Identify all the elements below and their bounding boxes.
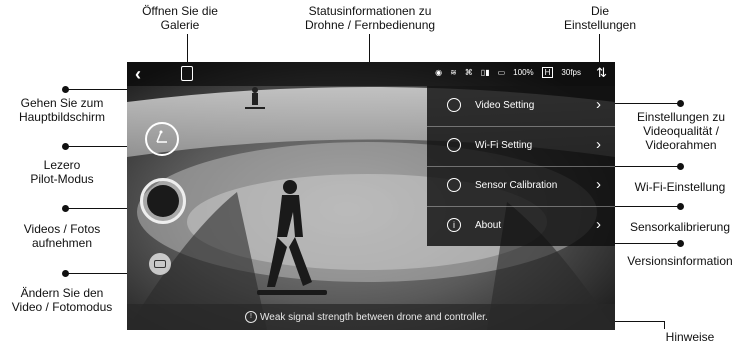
signal-bars-icon: ▯▮ — [480, 68, 490, 77]
chevron-right-icon: › — [596, 176, 601, 193]
status-info: ◉ ≋ ⌘ ▯▮ ▭ 100% H 30fps — [435, 67, 581, 78]
menu-item-label: About — [475, 220, 502, 231]
pilot-mode-icon — [156, 130, 167, 143]
hint-bar: ! Weak signal strength between drone and… — [127, 304, 615, 330]
menu-item-label: Video Setting — [475, 100, 535, 111]
menu-item-label: Wi-Fi Setting — [475, 140, 533, 151]
quality-badge: H — [541, 67, 554, 78]
leader-wifi-setting — [604, 166, 678, 167]
leader-hints-v — [664, 321, 665, 329]
menu-item-video-setting[interactable]: Video Setting › — [427, 86, 615, 127]
leader-dot-wifi-setting — [677, 163, 684, 170]
annotation-sensor: Sensorkalibrierung — [629, 220, 731, 234]
annotation-hints: Hinweise — [665, 330, 715, 344]
annotation-mode: Ändern Sie den Video / Fotomodus — [11, 286, 113, 314]
settings-menu: Video Setting › Wi-Fi Setting › Sensor C… — [427, 86, 615, 246]
leader-version — [604, 243, 678, 244]
settings-icon[interactable]: ⇅ — [596, 65, 607, 81]
menu-item-wifi-setting[interactable]: Wi-Fi Setting › — [427, 126, 615, 167]
wifi-signal-icon: ≋ — [450, 68, 457, 77]
app-screen: ‹ ◉ ≋ ⌘ ▯▮ ▭ 100% H 30fps ⇅ Video Settin… — [127, 62, 615, 330]
battery-level: 100% — [513, 68, 534, 77]
annotation-home: Gehen Sie zum Hauptbildschirm — [18, 96, 106, 124]
gallery-icon[interactable] — [181, 66, 193, 81]
wifi-icon — [447, 138, 461, 152]
leader-video-setting — [604, 103, 678, 104]
capture-button-core — [147, 185, 179, 217]
annotation-gallery: Öffnen Sie die Galerie — [142, 4, 218, 32]
pilot-mode-button[interactable] — [145, 122, 179, 156]
video-photo-mode-button[interactable] — [149, 253, 171, 275]
capture-button[interactable] — [140, 178, 186, 224]
camera-icon — [154, 260, 166, 268]
leader-dot-sensor — [677, 203, 684, 210]
annotation-wifi-setting: Wi-Fi-Einstellung — [634, 180, 726, 194]
leader-dot-version — [677, 240, 684, 247]
annotation-status: Statusinformationen zu Drohne / Fernbedi… — [304, 4, 436, 32]
drone-status-icon: ◉ — [435, 68, 443, 77]
menu-item-about[interactable]: i About › — [427, 206, 615, 246]
chevron-right-icon: › — [596, 136, 601, 153]
annotation-settings: Die Einstellungen — [563, 4, 637, 32]
sensor-icon — [447, 178, 461, 192]
annotation-video-setting: Einstellungen zu Videoqualität / Videora… — [636, 110, 726, 152]
top-bar: ‹ ◉ ≋ ⌘ ▯▮ ▭ 100% H 30fps ⇅ — [127, 62, 615, 86]
warning-icon: ! — [245, 311, 257, 323]
leader-dot-video-setting — [677, 100, 684, 107]
annotation-pilot: Lezero Pilot-Modus — [30, 158, 94, 186]
info-icon: i — [447, 218, 461, 232]
annotation-version: Versionsinformation — [627, 254, 733, 268]
annotation-capture: Videos / Fotos aufnehmen — [23, 222, 101, 250]
menu-item-sensor-calibration[interactable]: Sensor Calibration › — [427, 166, 615, 207]
controller-icon: ⌘ — [464, 68, 473, 77]
chevron-right-icon: › — [596, 216, 601, 233]
back-icon[interactable]: ‹ — [135, 64, 141, 85]
battery-icon: ▭ — [497, 68, 506, 77]
video-setting-icon — [447, 98, 461, 112]
leader-sensor — [604, 206, 678, 207]
frame-rate: 30fps — [561, 68, 581, 77]
hint-text: Weak signal strength between drone and c… — [260, 312, 488, 323]
menu-item-label: Sensor Calibration — [475, 180, 558, 191]
leader-home — [66, 89, 136, 90]
chevron-right-icon: › — [596, 96, 601, 113]
